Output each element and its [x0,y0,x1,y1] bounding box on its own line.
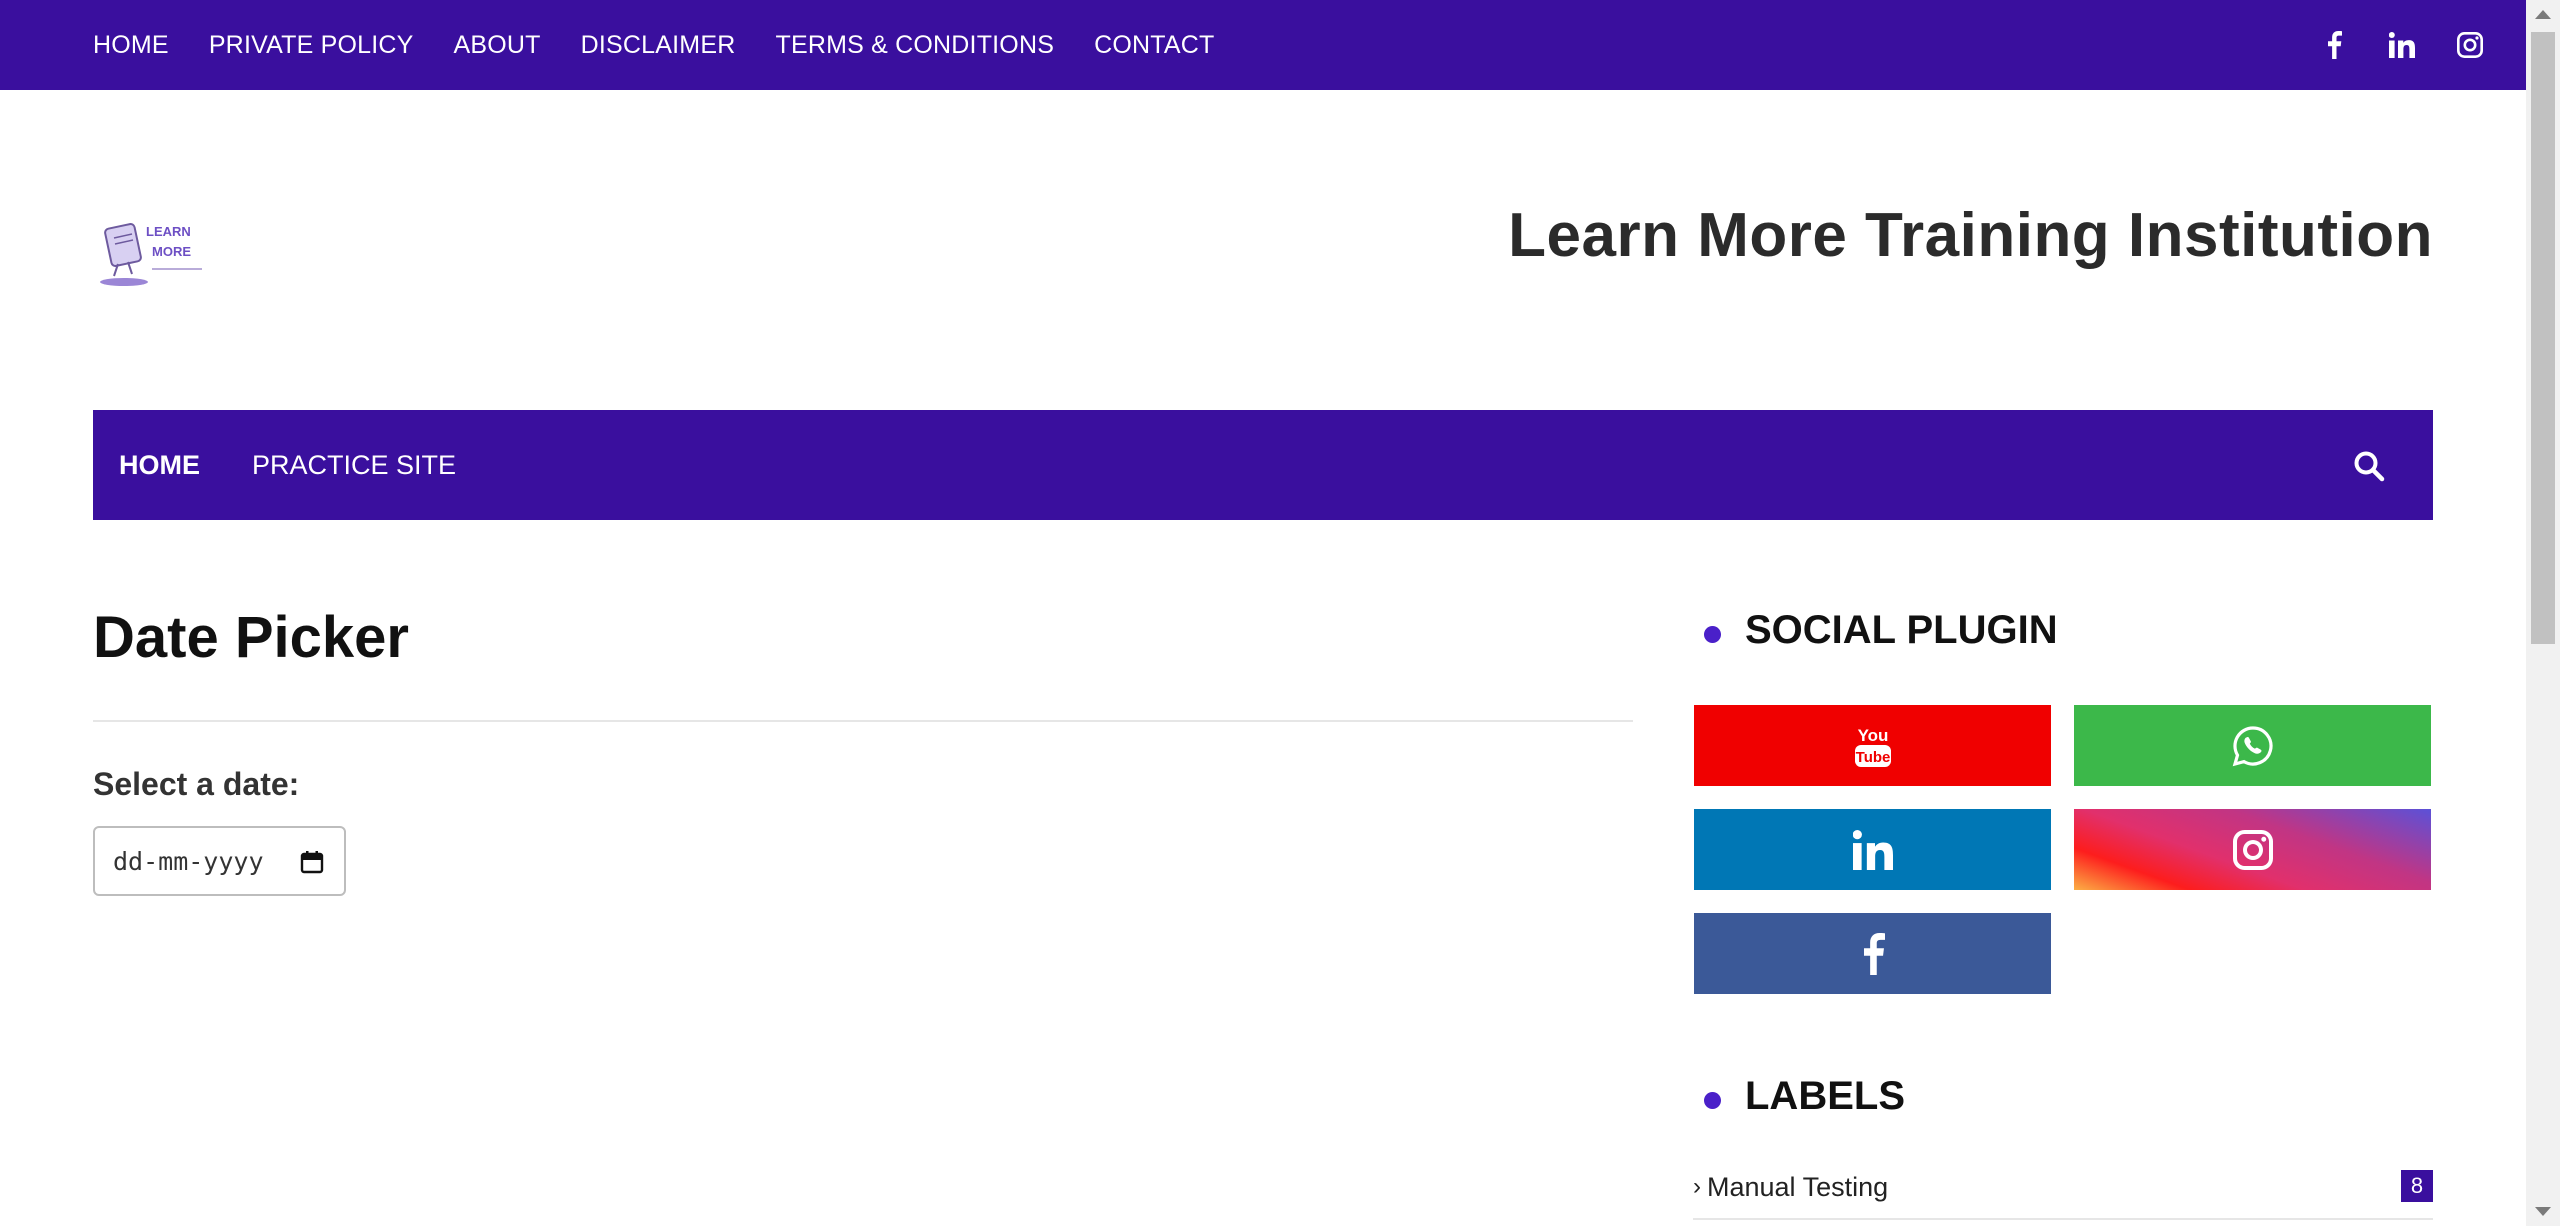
top-nav-home[interactable]: HOME [93,31,169,60]
linkedin-icon[interactable] [2386,29,2418,61]
site-title[interactable]: Learn More Training Institution [1508,200,2433,271]
linkedin-icon [1852,829,1893,870]
youtube-button[interactable]: You Tube [1694,705,2051,786]
whatsapp-button[interactable] [2074,705,2431,786]
top-nav-private-policy[interactable]: PRIVATE POLICY [209,31,414,60]
main-nav-practice-site[interactable]: PRACTICE SITE [252,450,456,481]
svg-text:Tube: Tube [1855,749,1890,766]
linkedin-button[interactable] [1694,809,2051,890]
date-placeholder: dd-mm-yyyy [113,846,264,876]
top-nav-about[interactable]: ABOUT [454,31,541,60]
instagram-icon [2232,829,2273,870]
label-name[interactable]: Manual Testing [1707,1172,1888,1203]
social-plugin-title: SOCIAL PLUGIN [1704,608,2058,653]
top-social-links [2282,0,2486,90]
date-picker-input[interactable]: dd-mm-yyyy [93,826,346,896]
top-nav-disclaimer[interactable]: DISCLAIMER [581,31,736,60]
calendar-icon[interactable] [300,850,324,874]
search-icon[interactable] [2353,450,2385,482]
facebook-icon [1863,932,1885,975]
scroll-down-arrow-icon[interactable] [2535,1207,2551,1216]
labels-title-text: LABELS [1745,1074,1905,1118]
title-dot-icon [1704,626,1721,643]
label-count-badge: 8 [2401,1170,2433,1202]
title-divider [93,720,1633,722]
top-bar: HOME PRIVATE POLICY ABOUT DISCLAIMER TER… [0,0,2526,90]
logo-text-line2: MORE [152,244,191,259]
chevron-right-icon: › [1693,1173,1701,1200]
facebook-icon[interactable] [2318,29,2350,61]
logo-text-line1: LEARN [146,224,191,239]
top-nav: HOME PRIVATE POLICY ABOUT DISCLAIMER TER… [93,0,1254,90]
whatsapp-icon [2232,725,2273,766]
labels-title: LABELS [1704,1074,1905,1119]
social-plugin-title-text: SOCIAL PLUGIN [1745,608,2058,652]
instagram-button[interactable] [2074,809,2431,890]
facebook-button[interactable] [1694,913,2051,994]
main-nav-home[interactable]: HOME [119,450,200,481]
instagram-icon[interactable] [2454,29,2486,61]
youtube-icon: You Tube [1854,726,1891,767]
scrollbar-thumb[interactable] [2531,32,2555,644]
title-dot-icon [1704,1092,1721,1109]
svg-text:You: You [1857,726,1888,745]
top-nav-contact[interactable]: CONTACT [1094,31,1214,60]
page-scrollbar[interactable] [2526,0,2560,1226]
top-nav-terms-conditions[interactable]: TERMS & CONDITIONS [775,31,1054,60]
site-logo[interactable]: LEARN MORE [96,212,208,288]
label-item[interactable]: › Manual Testing 8 [1693,1168,2433,1206]
scroll-up-arrow-icon[interactable] [2535,10,2551,19]
page-title: Date Picker [93,605,409,670]
date-field-label: Select a date: [93,766,300,802]
main-nav: HOME PRACTICE SITE [93,410,2433,520]
label-divider [1693,1218,2433,1220]
